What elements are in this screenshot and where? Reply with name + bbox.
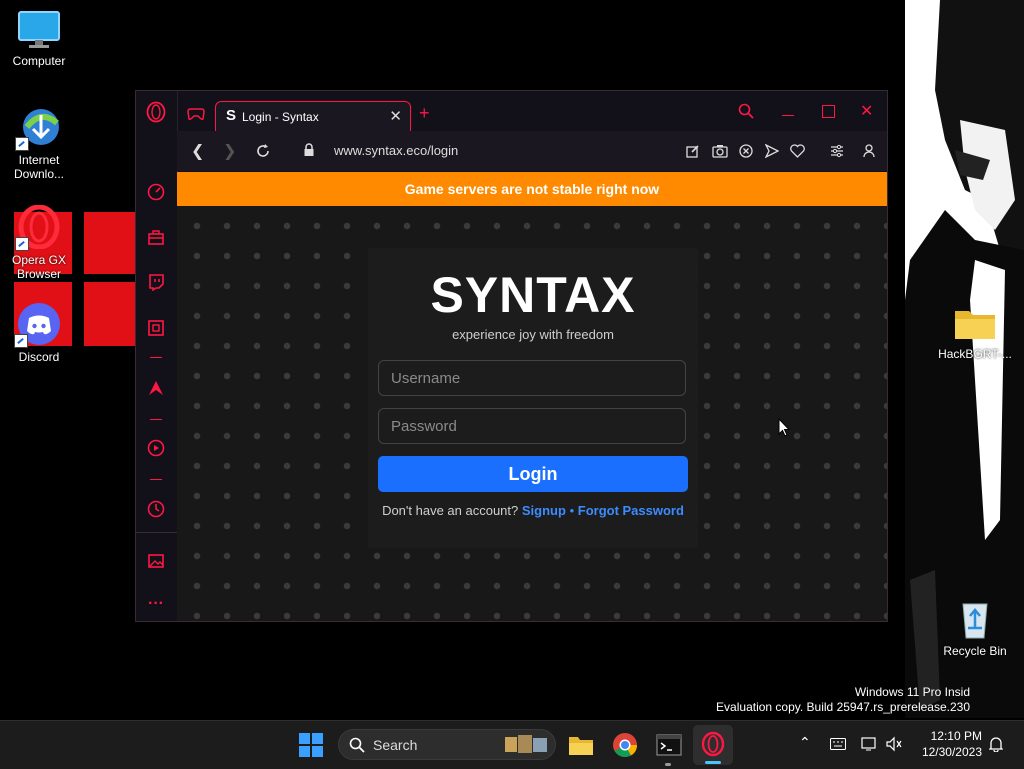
taskbar-indicator <box>665 763 671 766</box>
chevron-up-icon[interactable]: ⌃ <box>799 734 811 751</box>
send-icon[interactable] <box>765 144 779 158</box>
terminal-icon[interactable] <box>655 731 683 759</box>
taskbar: Search ⌃ 12:10 PM 12/30/2023 <box>0 720 1024 769</box>
chrome-icon[interactable] <box>611 731 639 759</box>
clock-date: 12/30/2023 <box>921 745 982 759</box>
network-icon[interactable] <box>861 736 877 752</box>
username-input[interactable]: Username <box>378 360 686 396</box>
login-card: SYNTAX experience joy with freedom Usern… <box>368 248 698 548</box>
back-icon[interactable]: ❮ <box>191 141 204 161</box>
desktop-icon-label: HackBGRT-... <box>938 347 1012 361</box>
address-bar: ❮ ❯ www.syntax.eco/login <box>177 131 887 171</box>
minimize-button[interactable] <box>782 115 794 116</box>
taskbar-search-box[interactable]: Search <box>338 729 556 760</box>
new-tab-button[interactable]: + <box>419 103 430 124</box>
url-text[interactable]: www.syntax.eco/login <box>334 143 458 158</box>
tab-bar: S Login - Syntax ✕ + ✕ <box>177 91 887 131</box>
desktop-icon-label: Internet Downlo... <box>13 153 65 181</box>
folder-icon <box>953 305 997 343</box>
shortcut-arrow-icon <box>14 334 28 348</box>
search-icon <box>349 737 365 753</box>
tab-login-syntax[interactable]: S Login - Syntax ✕ <box>215 101 411 131</box>
shopping-bag-icon[interactable] <box>147 228 165 246</box>
shortcut-arrow-icon <box>15 237 29 251</box>
login-button[interactable]: Login <box>378 456 688 492</box>
watermark-line-1: Windows 11 Pro Insid <box>854 685 970 699</box>
camera-icon[interactable] <box>712 144 728 158</box>
shortcut-arrow-icon <box>15 137 29 151</box>
edit-icon[interactable] <box>686 144 700 158</box>
close-circle-icon[interactable] <box>739 144 753 158</box>
clock-time: 12:10 PM <box>930 729 982 743</box>
opera-gx-icon <box>701 731 725 757</box>
twitch-icon[interactable] <box>147 273 165 291</box>
forward-icon[interactable]: ❯ <box>223 141 236 161</box>
desktop-icon-computer[interactable]: Computer <box>1 10 77 68</box>
file-explorer-icon[interactable] <box>567 731 595 759</box>
settings-icon[interactable] <box>830 144 844 158</box>
volume-muted-icon[interactable] <box>885 736 903 752</box>
arcade-icon[interactable] <box>147 379 165 397</box>
gallery-icon[interactable] <box>147 552 165 570</box>
discord-icon <box>14 302 62 348</box>
close-tab-icon[interactable]: ✕ <box>389 107 402 125</box>
windows-watermark: Windows 11 Pro Insid Evaluation copy. Bu… <box>716 685 970 715</box>
desktop-icon-label: Opera GX Browser <box>11 253 67 281</box>
site-logo: SYNTAX <box>430 267 636 323</box>
sidebar-divider <box>150 479 162 480</box>
speed-dial-icon[interactable] <box>147 183 165 201</box>
page-content: SYNTAX experience joy with freedom Usern… <box>177 206 887 621</box>
search-placeholder: Search <box>373 737 418 753</box>
desktop-icon-discord[interactable]: Discord <box>1 302 77 364</box>
desktop-icon-recycle-bin[interactable]: Recycle Bin <box>937 598 1013 658</box>
recycle-bin-icon <box>957 598 993 640</box>
active-indicator <box>705 761 721 764</box>
opera-gx-icon <box>15 205 61 251</box>
password-input[interactable]: Password <box>378 408 686 444</box>
gamepad-icon[interactable] <box>187 107 205 121</box>
desktop-icon-label: Recycle Bin <box>943 644 1007 658</box>
sidebar-divider <box>150 357 162 358</box>
search-icon[interactable] <box>738 103 754 119</box>
tab-favicon: S <box>226 107 237 124</box>
maximize-button[interactable] <box>822 105 835 118</box>
opera-gx-icon[interactable] <box>146 101 166 123</box>
announcement-banner: Game servers are not stable right now <box>177 172 887 206</box>
forgot-password-link[interactable]: Forgot Password <box>578 503 684 518</box>
more-icon[interactable]: ··· <box>147 595 165 613</box>
watermark-line-2: Evaluation copy. Build 25947.rs_prerelea… <box>716 700 970 714</box>
keyboard-icon[interactable] <box>830 738 846 750</box>
history-icon[interactable] <box>147 500 165 518</box>
mouse-cursor-icon <box>778 418 790 438</box>
browser-sidebar: ··· <box>136 91 178 621</box>
profile-icon[interactable] <box>863 144 875 158</box>
sidebar-divider <box>136 532 177 533</box>
sidebar-divider <box>150 419 162 420</box>
desktop-icon-internet-download-manager[interactable]: Internet Downlo... <box>1 105 77 181</box>
browser-window: ··· S Login - Syntax ✕ + ✕ ❮ ❯ www.synta… <box>135 90 888 622</box>
taskbar-opera-gx-active[interactable] <box>693 725 733 765</box>
signup-link[interactable]: Signup <box>522 503 566 518</box>
site-tagline: experience joy with freedom <box>452 327 614 342</box>
desktop-icon-label: Computer <box>12 54 66 68</box>
monitor-icon <box>17 10 61 50</box>
notification-bell-icon[interactable] <box>989 736 1003 752</box>
gx-corner-icon[interactable] <box>147 319 165 337</box>
reload-icon[interactable] <box>255 143 271 159</box>
desktop-icon-hackbgrt[interactable]: HackBGRT-... <box>937 305 1013 361</box>
no-account-text: Don't have an account? <box>382 503 519 518</box>
heart-icon[interactable] <box>790 144 805 158</box>
tab-title: Login - Syntax <box>242 110 319 124</box>
link-separator: • <box>569 503 575 518</box>
windows-start-icon[interactable] <box>299 733 323 757</box>
account-links: Don't have an account? Signup • Forgot P… <box>368 503 698 518</box>
clock[interactable]: 12:10 PM 12/30/2023 <box>916 728 982 760</box>
desktop-icon-label: Discord <box>18 350 60 364</box>
desktop-icon-opera-gx[interactable]: Opera GX Browser <box>1 205 77 281</box>
lock-icon <box>304 143 314 157</box>
player-icon[interactable] <box>147 439 165 457</box>
close-window-button[interactable]: ✕ <box>860 101 873 121</box>
search-highlight-icon <box>503 733 551 756</box>
idm-icon <box>15 105 61 151</box>
